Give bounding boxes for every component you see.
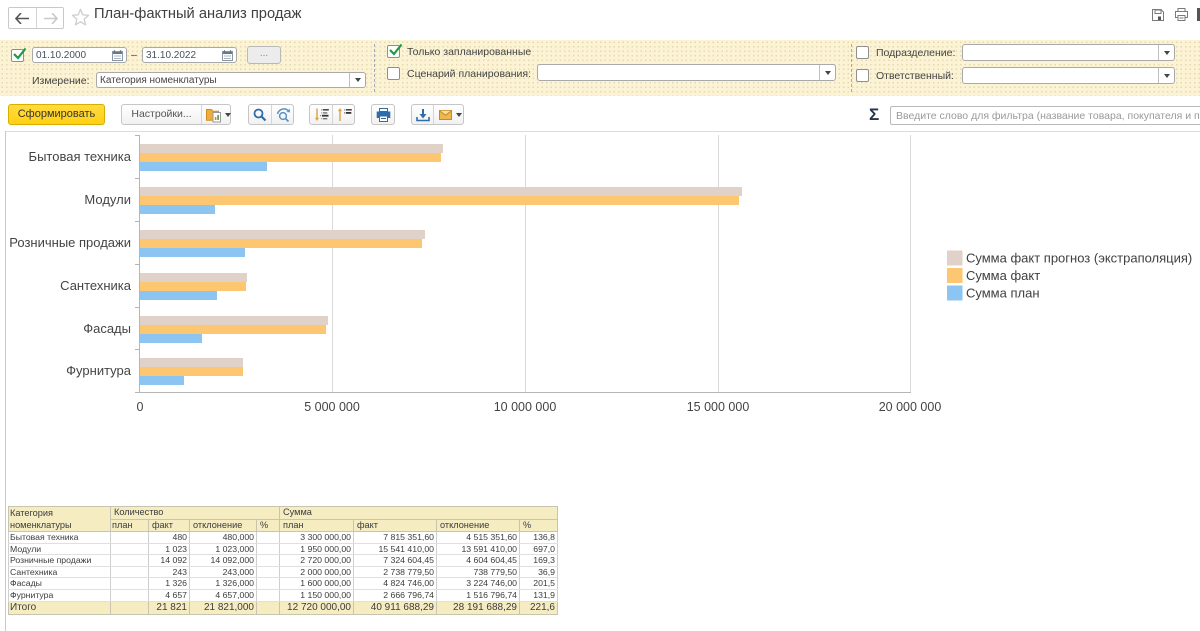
svg-text:0: 0 <box>137 400 144 414</box>
svg-text:10 000 000: 10 000 000 <box>494 400 557 414</box>
svg-text:Сантехника: Сантехника <box>60 278 132 293</box>
svg-text:Фасады: Фасады <box>83 321 131 336</box>
svg-text:Розничные продажи: Розничные продажи <box>9 235 131 250</box>
svg-text:Модули: Модули <box>84 192 131 207</box>
svg-text:5 000 000: 5 000 000 <box>304 400 360 414</box>
svg-text:Сумма факт прогноз (экстраполя: Сумма факт прогноз (экстраполяция) <box>966 251 1192 266</box>
svg-text:Бытовая техника: Бытовая техника <box>29 149 132 164</box>
svg-text:15 000 000: 15 000 000 <box>687 400 750 414</box>
svg-text:Сумма факт: Сумма факт <box>966 268 1040 283</box>
svg-text:20 000 000: 20 000 000 <box>879 400 942 414</box>
svg-text:Сумма план: Сумма план <box>966 286 1040 301</box>
svg-text:Фурнитура: Фурнитура <box>66 363 132 378</box>
